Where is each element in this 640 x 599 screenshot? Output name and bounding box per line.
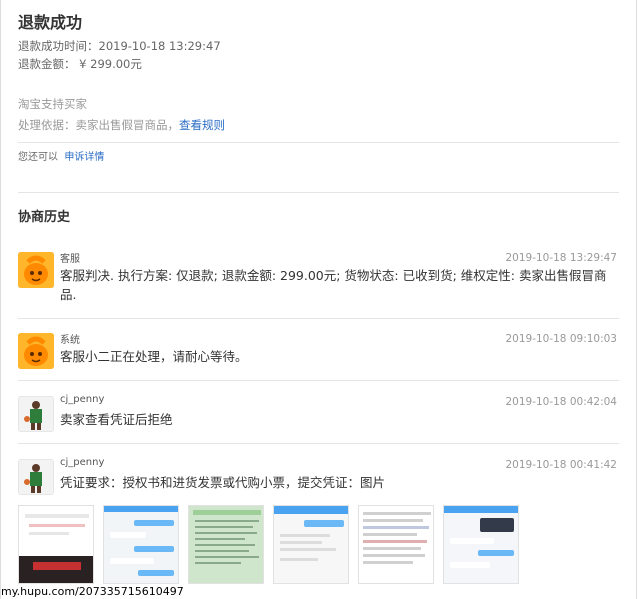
handling-basis-text: 处理依据：卖家出售假冒商品， — [18, 118, 179, 132]
entry-time: 2019-10-18 00:41:42 — [505, 459, 617, 471]
appeal-row: 您还可以 申诉详情 — [18, 148, 104, 163]
entry-author: cj_penny — [60, 394, 105, 405]
entry-author: cj_penny — [60, 457, 105, 468]
evidence-image[interactable] — [188, 505, 264, 584]
evidence-image[interactable] — [103, 505, 179, 584]
handling-basis: 处理依据：卖家出售假冒商品，查看规则 — [18, 117, 225, 133]
evidence-thumbnails — [18, 505, 538, 584]
refund-time: 退款成功时间：2019-10-18 13:29:47 — [18, 39, 221, 53]
entry-message: 客服小二正在处理，请耐心等待。 — [60, 349, 248, 364]
history-entry: 客服 2019-10-18 13:29:47 客服判决. 执行方案: 仅退款; … — [18, 252, 619, 314]
watermark: my.hupu.com/207335715610497 — [1, 585, 184, 598]
entry-author: 系统 — [60, 335, 80, 346]
history-title: 协商历史 — [18, 210, 71, 225]
taobao-mascot-icon — [18, 333, 54, 369]
entry-message: 卖家查看凭证后拒绝 — [60, 412, 173, 427]
divider — [18, 380, 619, 381]
history-entry: 系统 2019-10-18 09:10:03 客服小二正在处理，请耐心等待。 — [18, 333, 619, 373]
entry-time: 2019-10-18 09:10:03 — [505, 333, 617, 345]
evidence-image[interactable] — [18, 505, 94, 584]
divider — [18, 318, 619, 319]
evidence-image[interactable] — [273, 505, 349, 584]
divider — [18, 142, 619, 143]
entry-message: 凭证要求：授权书和进货发票或代购小票，提交凭证：图片 — [60, 475, 386, 490]
page-title: 退款成功 — [18, 13, 83, 32]
view-rules-link[interactable]: 查看规则 — [179, 118, 225, 132]
entry-message: 客服判决. 执行方案: 仅退款; 退款金额: 299.00元; 货物状态: 已收… — [60, 268, 607, 302]
evidence-image[interactable] — [443, 505, 519, 584]
divider — [18, 443, 619, 444]
history-entry: cj_penny 2019-10-18 00:41:42 凭证要求：授权书和进货… — [18, 457, 619, 499]
entry-time: 2019-10-18 13:29:47 — [505, 252, 617, 264]
appeal-details-link[interactable]: 申诉详情 — [64, 152, 104, 163]
entry-author: 客服 — [60, 254, 80, 265]
entry-time: 2019-10-18 00:42:04 — [505, 396, 617, 408]
taobao-mascot-icon — [18, 252, 54, 288]
divider — [18, 192, 619, 193]
refund-detail-panel: 退款成功 退款成功时间：2019-10-18 13:29:47 退款金额： ¥ … — [0, 0, 637, 599]
appeal-prefix: 您还可以 — [18, 152, 58, 163]
player-avatar — [18, 396, 54, 432]
player-avatar — [18, 459, 54, 495]
refund-amount: 退款金额： ¥ 299.00元 — [18, 57, 142, 71]
history-entry: cj_penny 2019-10-18 00:42:04 卖家查看凭证后拒绝 — [18, 394, 619, 436]
evidence-image[interactable] — [358, 505, 434, 584]
support-label: 淘宝支持买家 — [18, 97, 87, 111]
